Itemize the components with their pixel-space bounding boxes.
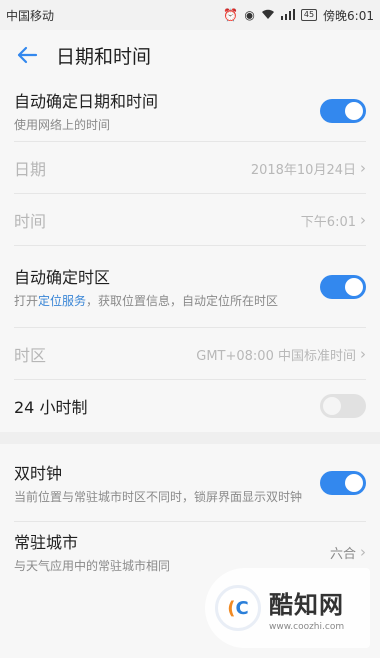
chevron-right-icon: ›	[360, 543, 366, 561]
chevron-right-icon: ›	[360, 211, 366, 229]
time-row[interactable]: 时间 下午6:01 ›	[0, 194, 380, 246]
date-label: 日期	[14, 160, 47, 179]
status-icons: ⏰ ◉ 45 傍晚6:01	[223, 7, 374, 24]
auto-datetime-toggle[interactable]	[320, 99, 366, 123]
app-bar: 日期和时间	[0, 30, 380, 80]
watermark-name: 酷知网	[269, 590, 344, 619]
timezone-row[interactable]: 时区 GMT+08:00 中国标准时间 ›	[0, 328, 380, 380]
clock-label: 傍晚6:01	[323, 8, 374, 23]
section-divider	[0, 432, 380, 444]
chevron-right-icon: ›	[360, 345, 366, 363]
home-city-description: 与天气应用中的常驻城市相同	[14, 559, 171, 573]
auto-timezone-row[interactable]: 自动确定时区 打开定位服务，获取位置信息，自动定位所在时区	[0, 246, 380, 328]
hour24-label: 24 小时制	[14, 398, 88, 417]
battery-icon: 45	[300, 9, 318, 21]
home-city-value-text: 六合	[329, 546, 356, 562]
time-label: 时间	[14, 212, 47, 231]
chevron-right-icon: ›	[360, 159, 366, 177]
dual-clock-description: 当前位置与常驻城市时区不同时，锁屏界面显示双时钟	[14, 490, 303, 504]
alarm-icon: ⏰	[223, 8, 239, 22]
time-value: 下午6:01 ›	[301, 211, 366, 230]
date-row[interactable]: 日期 2018年10月24日 ›	[0, 142, 380, 194]
location-service-link[interactable]: 定位服务	[38, 294, 86, 308]
auto-datetime-description: 使用网络上的时间	[14, 118, 111, 132]
date-value-text: 2018年10月24日	[250, 162, 356, 178]
dual-clock-label: 双时钟	[14, 464, 63, 483]
hour24-row[interactable]: 24 小时制	[0, 380, 380, 432]
auto-timezone-description: 打开定位服务，获取位置信息，自动定位所在时区	[14, 294, 279, 308]
back-button[interactable]	[12, 40, 42, 70]
watermark-url: www.coozhi.com	[269, 621, 345, 632]
vibrate-icon: ◉	[244, 8, 255, 22]
signal-icon	[280, 8, 295, 22]
auto-datetime-label: 自动确定日期和时间	[14, 92, 159, 111]
carrier-label: 中国移动	[6, 8, 55, 23]
timezone-label: 时区	[14, 346, 47, 365]
page-title: 日期和时间	[56, 45, 152, 68]
timezone-value: GMT+08:00 中国标准时间 ›	[196, 345, 366, 364]
auto-datetime-row[interactable]: 自动确定日期和时间 使用网络上的时间	[0, 80, 380, 142]
arrow-left-icon	[17, 46, 38, 64]
watermark-logo-icon: (C	[215, 585, 261, 631]
wifi-icon	[261, 9, 275, 22]
auto-timezone-label: 自动确定时区	[14, 268, 111, 287]
timezone-value-text: GMT+08:00 中国标准时间	[196, 348, 356, 364]
dual-clock-toggle[interactable]	[320, 471, 366, 495]
auto-timezone-toggle[interactable]	[320, 275, 366, 299]
hour24-toggle[interactable]	[320, 394, 366, 418]
home-city-label: 常驻城市	[14, 533, 79, 552]
time-value-text: 下午6:01	[300, 214, 356, 230]
date-value: 2018年10月24日 ›	[251, 159, 366, 178]
settings-list: 自动确定日期和时间 使用网络上的时间 日期 2018年10月24日 › 时间 下…	[0, 80, 380, 582]
dual-clock-row[interactable]: 双时钟 当前位置与常驻城市时区不同时，锁屏界面显示双时钟	[0, 444, 380, 522]
status-bar: 中国移动 ⏰ ◉ 45 傍晚6:01	[0, 0, 380, 30]
home-city-value: 六合 ›	[330, 543, 366, 562]
watermark: (C 酷知网 www.coozhi.com	[205, 568, 370, 648]
